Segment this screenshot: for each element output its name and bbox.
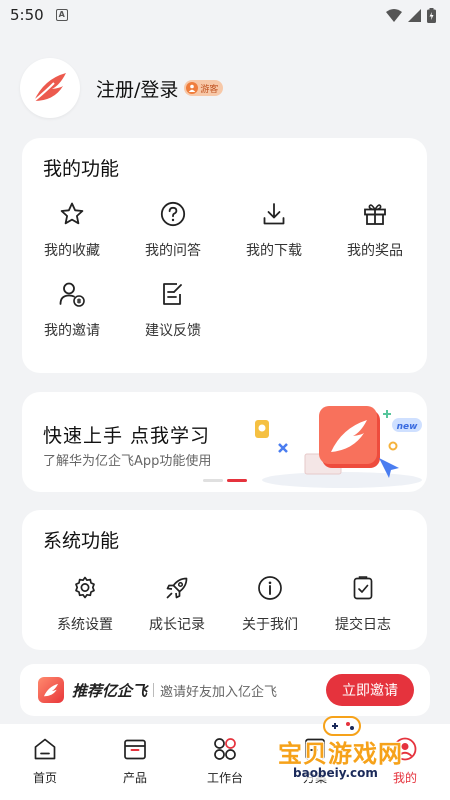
invite-now-button[interactable]: 立即邀请 bbox=[326, 674, 414, 706]
my-qa-item[interactable]: 我的问答 bbox=[123, 200, 223, 260]
growth-record-item[interactable]: 成长记录 bbox=[127, 574, 227, 634]
status-right-icons bbox=[386, 7, 436, 23]
product-icon bbox=[124, 739, 146, 760]
my-invites-label: 我的邀请 bbox=[44, 323, 100, 339]
app-logo-icon bbox=[33, 73, 66, 102]
system-settings-item[interactable]: 系统设置 bbox=[35, 574, 135, 634]
system-functions-card: 系统功能 系统设置 成长记录 关于我们 提交日志 bbox=[22, 510, 427, 650]
battery-icon bbox=[427, 7, 436, 23]
carousel-indicator bbox=[203, 479, 247, 482]
status-time: 5:50 bbox=[10, 6, 44, 24]
guest-badge: 游客 bbox=[184, 80, 224, 96]
info-icon bbox=[256, 574, 284, 602]
about-us-label: 关于我们 bbox=[242, 617, 298, 633]
carousel-dot-active bbox=[227, 479, 247, 482]
download-icon bbox=[260, 200, 288, 228]
profile-icon bbox=[393, 737, 417, 761]
invite-bar: 推荐亿企飞 邀请好友加入亿企飞 立即邀请 bbox=[20, 664, 430, 716]
invite-brand: 推荐亿企飞 bbox=[72, 681, 148, 700]
my-downloads-label: 我的下载 bbox=[246, 243, 302, 259]
gear-icon bbox=[71, 574, 99, 602]
my-favorites-item[interactable]: 我的收藏 bbox=[22, 200, 122, 260]
quick-start-banner[interactable]: 快速上手 点我学习 了解华为亿企飞App功能使用 new bbox=[22, 392, 427, 492]
banner-subtitle: 了解华为亿企飞App功能使用 bbox=[43, 454, 212, 469]
login-register-link[interactable]: 注册/登录 bbox=[96, 75, 178, 102]
tab-mine[interactable]: 我的 bbox=[365, 736, 445, 786]
tab-solutions-label: 方案 bbox=[302, 771, 327, 785]
new-tag: new bbox=[397, 422, 419, 432]
banner-title: 快速上手 点我学习 bbox=[43, 425, 211, 447]
feedback-icon bbox=[159, 280, 187, 308]
my-prizes-item[interactable]: 我的奖品 bbox=[325, 200, 425, 260]
my-prizes-label: 我的奖品 bbox=[347, 243, 403, 259]
feedback-item[interactable]: 建议反馈 bbox=[123, 280, 223, 340]
user-icon bbox=[186, 82, 199, 94]
tab-workbench-label: 工作台 bbox=[206, 771, 243, 785]
tab-home[interactable]: 首页 bbox=[5, 736, 85, 786]
my-downloads-item[interactable]: 我的下载 bbox=[224, 200, 324, 260]
about-us-item[interactable]: 关于我们 bbox=[220, 574, 320, 634]
wifi-icon bbox=[386, 8, 402, 22]
submit-log-label: 提交日志 bbox=[335, 617, 391, 633]
log-icon bbox=[349, 574, 377, 602]
my-favorites-label: 我的收藏 bbox=[44, 243, 100, 259]
star-icon bbox=[58, 200, 86, 228]
submit-log-item[interactable]: 提交日志 bbox=[313, 574, 413, 634]
carousel-dot bbox=[203, 479, 223, 482]
system-functions-title: 系统功能 bbox=[43, 530, 120, 552]
my-functions-card: 我的功能 我的收藏 我的问答 我的下载 我的奖品 我的邀请 建议反馈 bbox=[22, 138, 427, 373]
tab-solutions[interactable]: 方案 bbox=[275, 736, 355, 786]
question-icon bbox=[159, 200, 187, 228]
invite-description: 邀请好友加入亿企飞 bbox=[160, 684, 278, 700]
profile-header[interactable]: 注册/登录 游客 bbox=[20, 58, 224, 118]
system-settings-label: 系统设置 bbox=[57, 617, 113, 633]
tab-products-label: 产品 bbox=[122, 771, 147, 785]
tab-mine-label: 我的 bbox=[392, 771, 417, 785]
my-invites-item[interactable]: 我的邀请 bbox=[22, 280, 122, 340]
solution-icon bbox=[305, 738, 325, 760]
status-bar: 5:50 A bbox=[0, 0, 450, 30]
avatar[interactable] bbox=[20, 58, 80, 118]
signal-icon bbox=[408, 8, 421, 22]
gift-icon bbox=[361, 200, 389, 228]
rocket-icon bbox=[163, 574, 191, 602]
my-functions-title: 我的功能 bbox=[43, 158, 120, 180]
workbench-icon bbox=[214, 738, 236, 760]
invite-user-icon bbox=[58, 280, 86, 308]
home-icon bbox=[34, 738, 56, 760]
invite-divider bbox=[153, 683, 155, 697]
my-qa-label: 我的问答 bbox=[145, 243, 201, 259]
feedback-label: 建议反馈 bbox=[145, 323, 201, 339]
notification-icon: A bbox=[55, 9, 68, 21]
banner-illustration: new bbox=[255, 406, 422, 488]
growth-record-label: 成长记录 bbox=[149, 617, 205, 633]
bottom-tab-bar: 首页 产品 工作台 方案 我的 bbox=[0, 724, 450, 800]
brand-logo-icon bbox=[38, 677, 64, 703]
guest-badge-label: 游客 bbox=[200, 84, 219, 95]
tab-home-label: 首页 bbox=[32, 771, 57, 785]
tab-products[interactable]: 产品 bbox=[95, 736, 175, 786]
tab-workbench[interactable]: 工作台 bbox=[185, 736, 265, 786]
